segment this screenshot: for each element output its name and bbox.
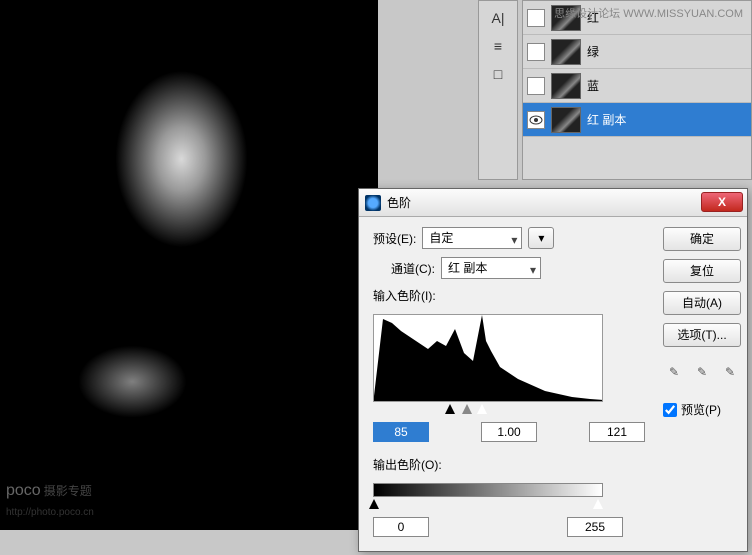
preview-check-input[interactable] xyxy=(663,403,677,417)
input-levels-label: 输入色阶(I): xyxy=(373,287,436,304)
visibility-toggle[interactable] xyxy=(527,9,545,27)
gray-eyedropper-icon[interactable]: ✎ xyxy=(691,361,713,383)
document-preview[interactable]: poco 摄影专题 http://photo.poco.cn xyxy=(0,0,378,530)
visibility-toggle[interactable] xyxy=(527,43,545,61)
output-levels-label: 输出色阶(O): xyxy=(373,456,442,473)
output-white-field[interactable] xyxy=(567,517,623,537)
watermark-logo: poco xyxy=(6,482,41,499)
close-button[interactable]: X xyxy=(701,192,743,212)
page-watermark: 思缘设计论坛 WWW.MISSYUAN.COM xyxy=(554,5,743,21)
channel-name: 红 副本 xyxy=(587,111,626,128)
eyedropper-group: ✎ ✎ ✎ xyxy=(663,361,741,383)
ok-button[interactable]: 确定 xyxy=(663,227,741,251)
gamma-handle[interactable] xyxy=(462,404,472,414)
paragraph-icon[interactable]: ≡ xyxy=(484,35,512,57)
black-point-handle[interactable] xyxy=(445,404,455,414)
preview-label: 预览(P) xyxy=(681,401,721,418)
cancel-button[interactable]: 复位 xyxy=(663,259,741,283)
white-point-handle[interactable] xyxy=(477,404,487,414)
visibility-toggle[interactable] xyxy=(527,111,545,129)
preset-select[interactable]: 自定 xyxy=(422,227,522,249)
type-icon[interactable]: A| xyxy=(484,7,512,29)
dialog-title: 色阶 xyxy=(387,194,411,211)
watermark-brand: poco 摄影专题 xyxy=(6,482,92,500)
auto-button[interactable]: 自动(A) xyxy=(663,291,741,315)
channel-label: 通道(C): xyxy=(391,260,435,277)
channel-thumb xyxy=(551,39,581,65)
output-gradient xyxy=(373,483,603,497)
output-black-field[interactable] xyxy=(373,517,429,537)
output-black-handle[interactable] xyxy=(369,499,379,509)
tool-options-collapsed: A| ≡ □ xyxy=(478,0,518,180)
white-eyedropper-icon[interactable]: ✎ xyxy=(719,361,741,383)
output-slider[interactable] xyxy=(373,499,603,513)
black-eyedropper-icon[interactable]: ✎ xyxy=(663,361,685,383)
histogram xyxy=(373,314,603,402)
levels-dialog: 色阶 X 预设(E): 自定 ▾ 通道(C): 红 副本 输入色阶(I): xyxy=(358,188,748,552)
input-gamma-field[interactable] xyxy=(481,422,537,442)
watermark-tag: 摄影专题 xyxy=(44,484,92,498)
dialog-titlebar[interactable]: 色阶 X xyxy=(359,189,747,217)
channel-thumb xyxy=(551,73,581,99)
channels-panel: 思缘设计论坛 WWW.MISSYUAN.COM 红 绿 蓝 红 副本 xyxy=(522,0,752,180)
channel-row-red-copy[interactable]: 红 副本 xyxy=(523,103,751,137)
histogram-chart xyxy=(374,314,603,401)
swatch-icon[interactable]: □ xyxy=(484,63,512,85)
dialog-main: 预设(E): 自定 ▾ 通道(C): 红 副本 输入色阶(I): xyxy=(359,217,655,551)
output-white-handle[interactable] xyxy=(593,499,603,509)
photo-content xyxy=(0,0,378,530)
visibility-toggle[interactable] xyxy=(527,77,545,95)
channel-name: 绿 xyxy=(587,43,599,60)
preview-checkbox[interactable]: 预览(P) xyxy=(663,401,741,418)
dialog-side: 确定 复位 自动(A) 选项(T)... ✎ ✎ ✎ 预览(P) xyxy=(655,217,749,551)
dialog-icon xyxy=(365,195,381,211)
channel-select[interactable]: 红 副本 xyxy=(441,257,541,279)
channel-row-blue[interactable]: 蓝 xyxy=(523,69,751,103)
input-slider[interactable] xyxy=(373,404,603,418)
eye-icon xyxy=(529,115,543,125)
input-black-field[interactable] xyxy=(373,422,429,442)
preset-menu-button[interactable]: ▾ xyxy=(528,227,554,249)
canvas-area: poco 摄影专题 http://photo.poco.cn xyxy=(0,0,392,555)
channel-row-green[interactable]: 绿 xyxy=(523,35,751,69)
options-button[interactable]: 选项(T)... xyxy=(663,323,741,347)
preset-label: 预设(E): xyxy=(373,230,416,247)
input-white-field[interactable] xyxy=(589,422,645,442)
watermark-url: http://photo.poco.cn xyxy=(6,507,94,518)
channel-name: 蓝 xyxy=(587,77,599,94)
channel-thumb xyxy=(551,107,581,133)
